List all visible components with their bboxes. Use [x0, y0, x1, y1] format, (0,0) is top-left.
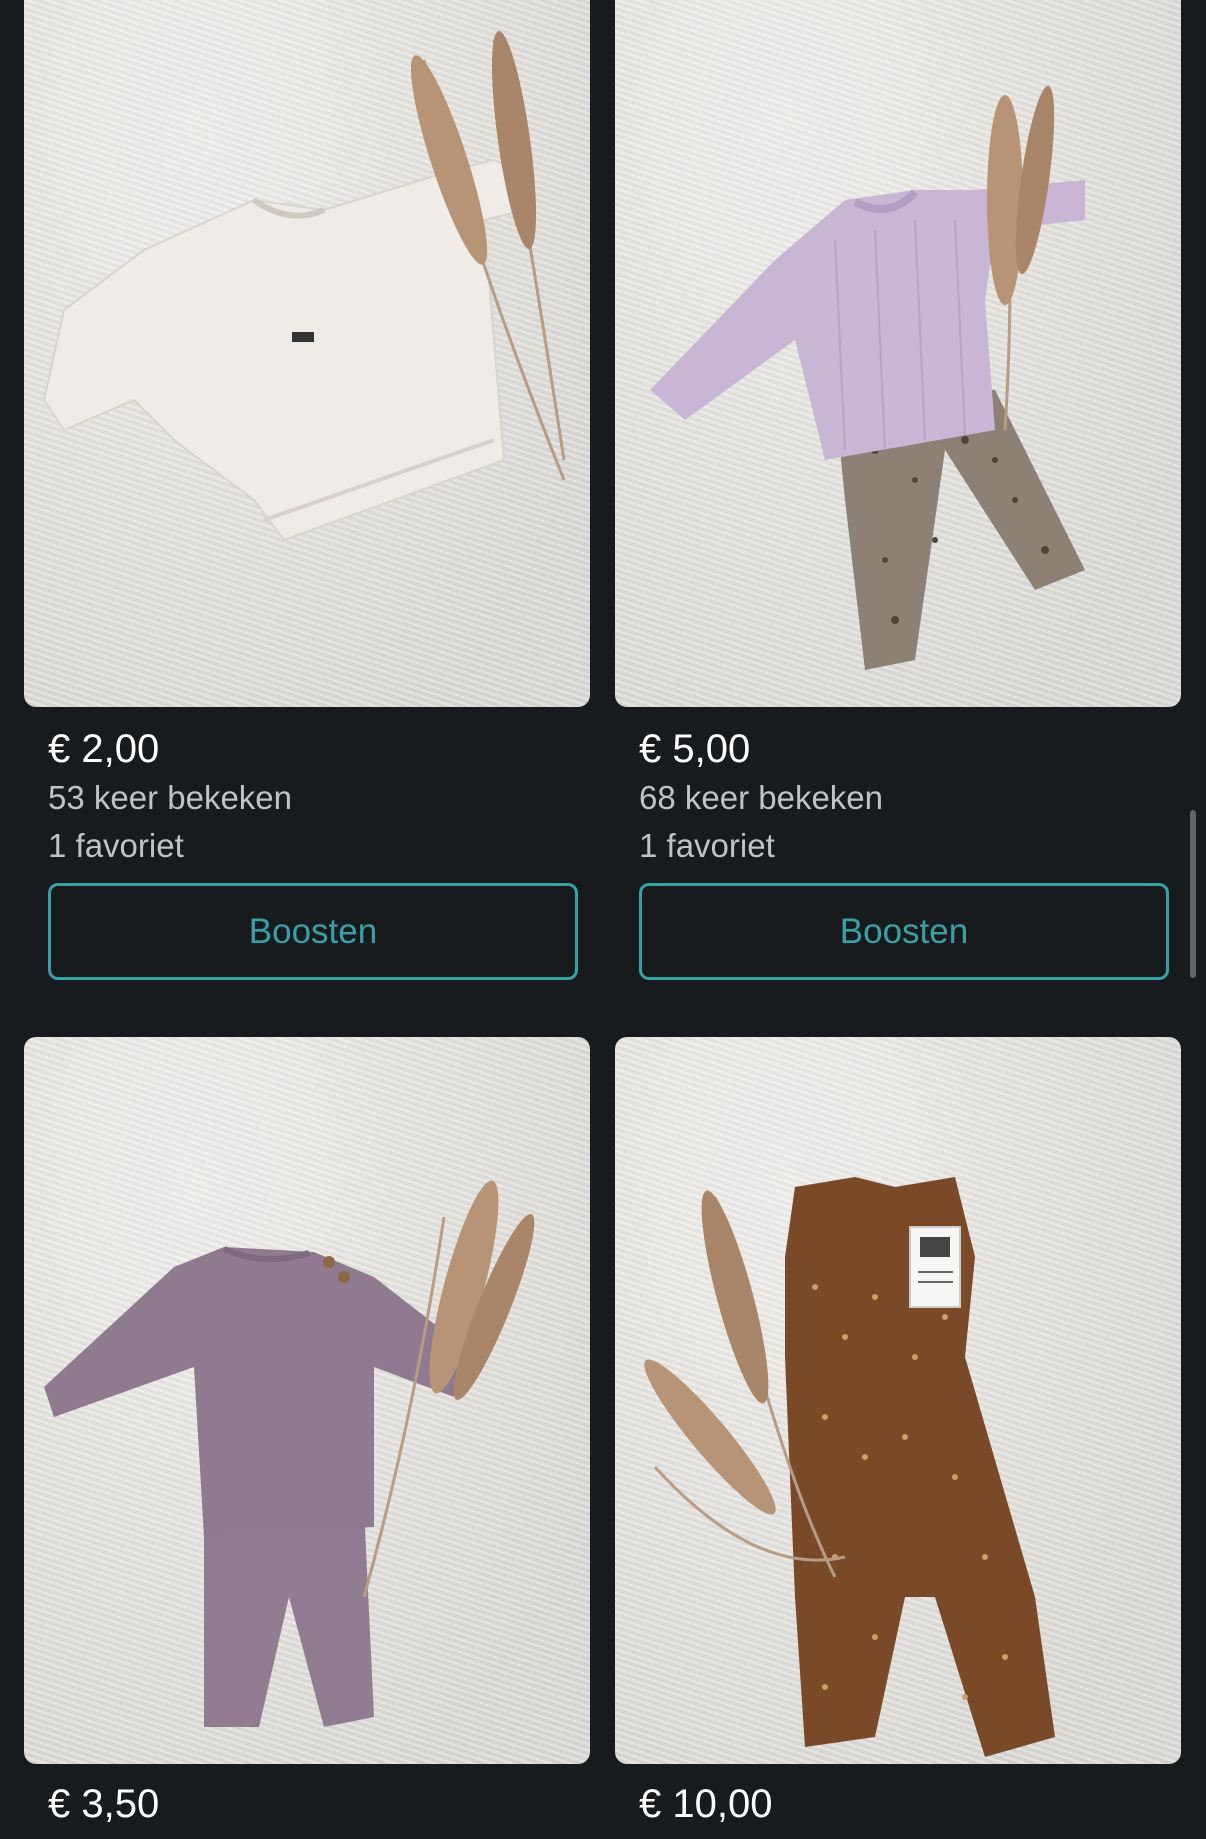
listing-favorites: 1 favoriet — [48, 827, 184, 864]
listing-favorites: 1 favoriet — [639, 827, 775, 864]
listing-photo[interactable] — [615, 1037, 1181, 1764]
listing-views: 53 keer bekeken — [48, 779, 293, 816]
boost-button[interactable]: Boosten — [639, 883, 1169, 980]
listing-views: 68 keer bekeken — [639, 779, 884, 816]
listing-grid: € 2,00 53 keer bekeken 1 favoriet Booste… — [0, 0, 1206, 1839]
listing-price: € 3,50 — [48, 1782, 160, 1826]
sweatshirt-image — [42, 31, 566, 542]
jumpsuit-image — [644, 1177, 1055, 1757]
top-and-pants-image — [44, 1180, 535, 1727]
listing-price: € 5,00 — [639, 727, 751, 771]
top-and-leggings-image — [650, 85, 1085, 670]
listing-price: € 10,00 — [639, 1782, 773, 1826]
listing-photo[interactable] — [24, 0, 590, 707]
boost-button[interactable]: Boosten — [48, 883, 578, 980]
listing-photo[interactable] — [24, 1037, 590, 1764]
listing-price: € 2,00 — [48, 727, 160, 771]
scrollbar[interactable] — [1190, 810, 1196, 978]
listing-photo[interactable] — [615, 0, 1181, 707]
